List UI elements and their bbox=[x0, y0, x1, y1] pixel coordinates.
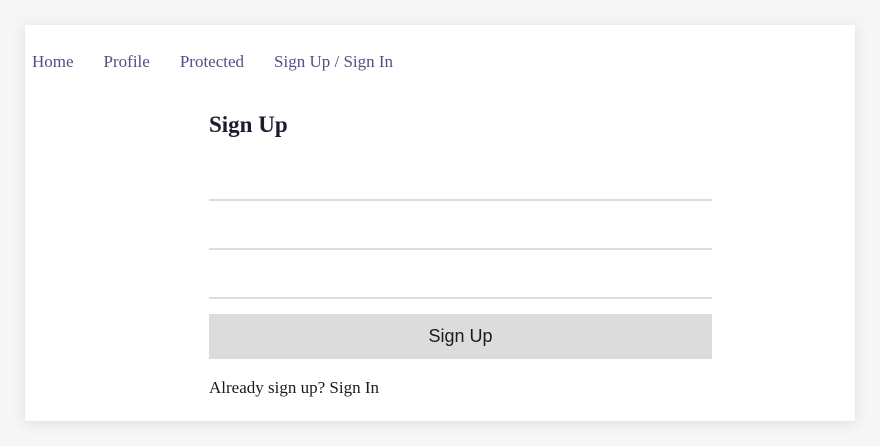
sign-in-link[interactable]: Sign In bbox=[329, 378, 379, 397]
nav-link-profile[interactable]: Profile bbox=[104, 51, 150, 73]
nav-link-protected[interactable]: Protected bbox=[180, 51, 244, 73]
sign-in-prompt-text: Already sign up? bbox=[209, 378, 326, 397]
sign-up-field-1[interactable] bbox=[209, 163, 712, 201]
nav-link-sign-up-sign-in[interactable]: Sign Up / Sign In bbox=[274, 51, 393, 73]
sign-up-field-3[interactable] bbox=[209, 261, 712, 299]
nav-link-home[interactable]: Home bbox=[32, 51, 74, 73]
page-title: Sign Up bbox=[209, 112, 288, 137]
sign-up-button[interactable]: Sign Up bbox=[209, 314, 712, 359]
page-card: Home Profile Protected Sign Up / Sign In… bbox=[25, 25, 855, 421]
sign-in-prompt: Already sign up? Sign In bbox=[209, 377, 379, 399]
sign-up-field-2[interactable] bbox=[209, 212, 712, 250]
top-nav: Home Profile Protected Sign Up / Sign In bbox=[32, 51, 423, 73]
